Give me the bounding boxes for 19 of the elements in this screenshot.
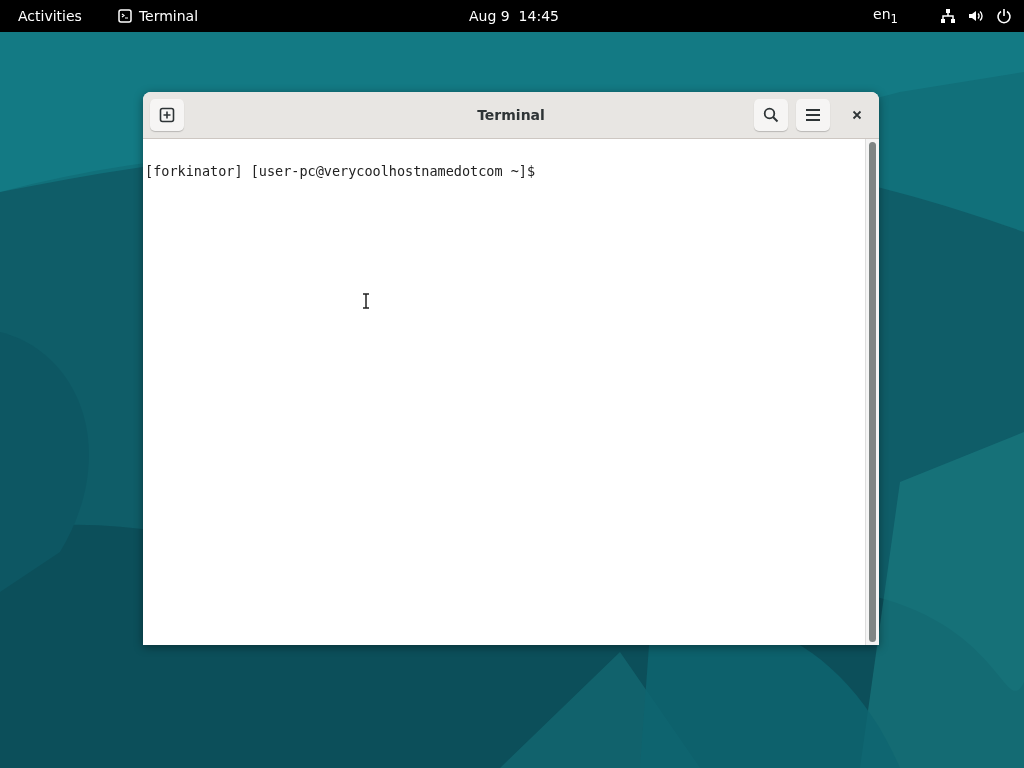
close-icon [852, 110, 862, 120]
activities-button[interactable]: Activities [18, 8, 82, 24]
text-cursor-icon [362, 293, 370, 309]
menu-icon [805, 107, 821, 123]
terminal-line: [forkinator] [user-pc@verycoolhostnamedotcom ~]$ [145, 163, 537, 179]
scrollbar[interactable] [865, 139, 879, 645]
network-icon[interactable] [940, 8, 956, 24]
keyboard-layout[interactable]: en$_{1}$ [873, 6, 898, 26]
window-title: Terminal [477, 107, 545, 123]
volume-icon[interactable] [968, 8, 984, 24]
plus-icon [159, 107, 175, 123]
new-tab-button[interactable] [150, 99, 184, 131]
clock[interactable]: Aug 9 14:45 [469, 8, 559, 24]
menu-button[interactable] [796, 99, 830, 131]
power-icon[interactable] [996, 8, 1012, 24]
search-button[interactable] [754, 99, 788, 131]
search-icon [763, 107, 779, 123]
app-menu[interactable]: Terminal [117, 8, 199, 24]
terminal-icon [117, 9, 132, 23]
